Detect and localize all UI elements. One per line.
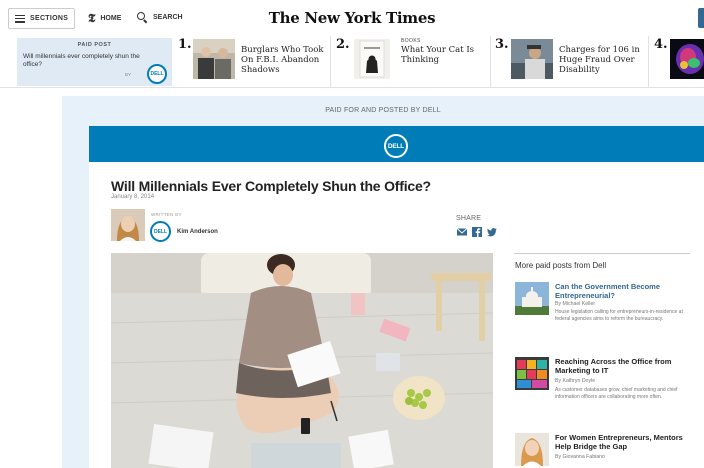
top-story-2[interactable]: 2. BOOKS What Your Cat Is Thinking xyxy=(336,36,491,86)
story-thumbnail xyxy=(354,39,390,79)
twitter-icon[interactable] xyxy=(487,227,497,237)
article-hero-image xyxy=(111,253,493,468)
top-story-4[interactable]: 4. xyxy=(654,36,704,86)
related-post-description: As customer databases grow, chief market… xyxy=(555,387,678,400)
story-headline-text: What Your Cat Is Thinking xyxy=(401,45,475,65)
paid-post-promo[interactable]: PAID POST Will millennials ever complete… xyxy=(17,38,172,86)
article-title: Will Millennials Ever Completely Shun th… xyxy=(111,178,431,194)
related-post[interactable]: Reaching Across the Office from Marketin… xyxy=(515,357,695,417)
related-post-byline: By Kathryn Doyle xyxy=(555,378,596,384)
story-headline: BOOKS What Your Cat Is Thinking xyxy=(401,38,489,65)
story-headline: Charges for 106 in Huge Fraud Over Disab… xyxy=(559,45,640,75)
share-icons xyxy=(457,227,497,237)
related-post-headline[interactable]: Reaching Across the Office from Marketin… xyxy=(555,357,693,375)
related-post[interactable]: For Women Entrepreneurs, Mentors Help Br… xyxy=(515,433,695,468)
story-headline: Burglars Who Took On F.B.I. Abandon Shad… xyxy=(241,45,324,75)
sidebar-divider xyxy=(514,253,690,254)
dell-author-logo: DELL xyxy=(150,221,171,242)
related-post-headline[interactable]: Can the Government Become Entrepreneuria… xyxy=(555,282,693,300)
story-number: 4. xyxy=(654,37,668,52)
related-post-description: House legislation calling for entreprene… xyxy=(555,309,683,322)
paid-post-label: PAID POST xyxy=(77,42,112,48)
masthead-logo[interactable]: The New York Times xyxy=(0,9,704,27)
share-label: SHARE xyxy=(456,215,482,222)
dell-logo-icon: DELL xyxy=(147,64,167,84)
dell-logo[interactable]: DELL xyxy=(384,134,408,158)
paid-post-text[interactable]: Will millennials ever completely shun th… xyxy=(23,53,153,69)
paid-for-banner: PAID FOR AND POSTED BY DELL xyxy=(325,107,441,114)
email-icon[interactable] xyxy=(457,227,467,237)
related-post[interactable]: Can the Government Become Entrepreneuria… xyxy=(515,282,695,342)
more-paid-posts-title: More paid posts from Dell xyxy=(515,261,607,270)
story-number: 3. xyxy=(495,37,509,52)
top-story-1[interactable]: 1. Burglars Who Took On F.B.I. Abandon S… xyxy=(178,36,333,86)
related-post-byline: By Giovanna Fabiano xyxy=(555,454,605,460)
top-stories-strip: PAID POST Will millennials ever complete… xyxy=(0,36,704,88)
paid-by-label: BY xyxy=(125,72,132,77)
related-post-thumbnail xyxy=(515,282,549,315)
story-divider xyxy=(490,36,491,88)
related-post-byline: By Michael Keller xyxy=(555,301,596,307)
related-post-thumbnail xyxy=(515,433,549,466)
author-name[interactable]: Kim Anderson xyxy=(177,229,218,235)
top-nav: SECTIONS 𝕿 HOME SEARCH The New York Time… xyxy=(0,0,704,36)
story-divider xyxy=(648,36,649,88)
story-divider xyxy=(330,36,331,88)
story-kicker: BOOKS xyxy=(401,38,421,44)
story-number: 2. xyxy=(336,37,350,52)
article-date: January 8, 2014 xyxy=(111,194,155,200)
author-avatar xyxy=(111,209,145,241)
story-thumbnail xyxy=(193,39,235,79)
story-number: 1. xyxy=(178,37,192,52)
facebook-icon[interactable] xyxy=(472,227,482,237)
subscribe-button-edge[interactable] xyxy=(698,8,704,28)
story-thumbnail xyxy=(670,39,704,79)
story-thumbnail xyxy=(511,39,553,79)
related-post-thumbnail xyxy=(515,357,549,390)
written-by-label: WRITTEN BY xyxy=(151,212,182,217)
related-post-headline[interactable]: For Women Entrepreneurs, Mentors Help Br… xyxy=(555,433,693,451)
top-story-3[interactable]: 3. Charges for 106 in Huge Fraud Over Di… xyxy=(495,36,650,86)
